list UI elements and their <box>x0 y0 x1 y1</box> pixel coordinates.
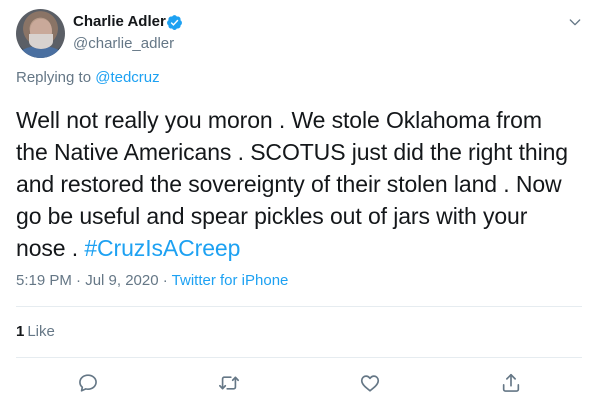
tweet-source-link[interactable]: Twitter for iPhone <box>172 272 289 289</box>
meta-separator: · <box>158 272 172 289</box>
user-handle[interactable]: @charlie_adler <box>73 35 174 53</box>
like-button[interactable] <box>359 372 381 394</box>
likes-stat[interactable]: 1 Like <box>16 323 55 341</box>
chevron-down-icon[interactable] <box>567 14 583 30</box>
retweet-icon <box>219 376 239 390</box>
replying-to: Replying to @tedcruz <box>16 69 160 87</box>
reply-button[interactable] <box>77 372 99 394</box>
verified-badge-icon <box>167 15 182 30</box>
display-name[interactable]: Charlie Adler <box>73 13 166 31</box>
reply-icon <box>79 374 97 392</box>
like-label: Like <box>27 323 55 340</box>
avatar[interactable] <box>16 9 65 58</box>
tweet-timestamp[interactable]: 5:19 PM · Jul 9, 2020 <box>16 272 159 289</box>
divider <box>16 357 582 358</box>
share-button[interactable] <box>500 372 522 394</box>
like-count: 1 <box>16 323 25 340</box>
avatar-beard <box>29 34 53 49</box>
divider <box>16 306 582 307</box>
retweet-button[interactable] <box>218 372 240 394</box>
tweet-text: Well not really you moron . We stole Okl… <box>16 104 576 264</box>
share-icon <box>502 373 520 392</box>
tweet-meta: 5:19 PM · Jul 9, 2020 · Twitter for iPho… <box>16 272 288 290</box>
replying-to-label: Replying to <box>16 69 96 86</box>
reply-mention-link[interactable]: @tedcruz <box>95 69 159 86</box>
like-icon <box>360 375 380 392</box>
hashtag-link[interactable]: #CruzIsACreep <box>84 235 240 261</box>
